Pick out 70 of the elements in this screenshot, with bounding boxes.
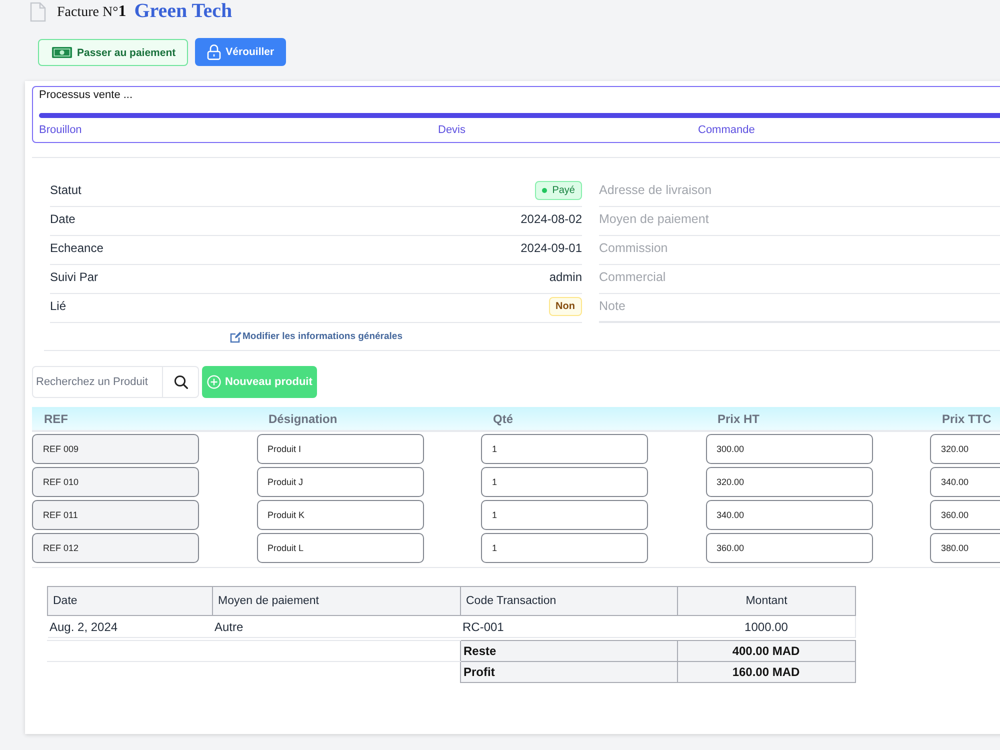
- info-label: Commercial: [599, 270, 666, 284]
- info-label: Suivi Par: [50, 270, 98, 284]
- cell-input[interactable]: 320.00: [930, 434, 1000, 464]
- cell-input[interactable]: REF 009: [32, 434, 199, 464]
- client-name: Green Tech: [134, 0, 232, 23]
- cell-input[interactable]: 1: [481, 533, 648, 563]
- plus-circle-icon: [207, 375, 221, 389]
- info-value: 2024-09-01: [520, 241, 582, 255]
- column-header: Moyen de paiement: [212, 586, 460, 616]
- info-label: Lié: [50, 299, 66, 313]
- banknote-icon: [52, 47, 72, 58]
- info-label: Statut: [50, 183, 82, 197]
- edit-link[interactable]: Modifier les informations générales: [230, 330, 402, 342]
- status-text: Payé: [552, 184, 575, 196]
- search-icon: [174, 375, 188, 389]
- document-icon: [30, 2, 46, 22]
- process-title: Processus vente ...: [39, 88, 133, 102]
- process-step[interactable]: Devis: [438, 123, 466, 137]
- cell-input[interactable]: Produit J: [256, 467, 424, 497]
- column-header: Qté: [493, 412, 514, 426]
- cell-input[interactable]: 340.00: [930, 467, 1000, 497]
- column-header: Montant: [678, 586, 856, 616]
- table-cell: 1000.00: [678, 616, 856, 638]
- info-label: Moyen de paiement: [599, 212, 709, 226]
- payment-button[interactable]: Passer au paiement: [38, 39, 188, 66]
- cell-input[interactable]: 340.00: [706, 500, 872, 530]
- cell-input[interactable]: REF 011: [32, 500, 199, 530]
- cell-input[interactable]: Produit K: [256, 500, 424, 530]
- cell-input[interactable]: 1: [481, 467, 648, 497]
- cell-input[interactable]: 300.00: [706, 434, 872, 464]
- info-label: Note: [599, 298, 626, 312]
- total-label: Reste: [460, 640, 677, 662]
- info-value: admin: [549, 270, 582, 284]
- info-label: Adresse de livraison: [599, 183, 712, 197]
- total-label: Profit: [460, 662, 677, 682]
- cell-input[interactable]: 380.00: [930, 533, 1000, 563]
- process-step[interactable]: Commande: [698, 123, 755, 137]
- column-header: Prix HT: [718, 412, 760, 426]
- lock-button[interactable]: Vérouiller: [194, 38, 286, 66]
- cell-input[interactable]: REF 012: [32, 533, 199, 563]
- search-button[interactable]: [163, 366, 199, 398]
- info-label: Date: [50, 212, 76, 226]
- info-label: Echeance: [50, 241, 104, 255]
- cell-input[interactable]: 1: [481, 434, 648, 464]
- cell-input[interactable]: Produit I: [256, 434, 424, 464]
- cell-input[interactable]: Produit L: [256, 533, 424, 563]
- total-value: 400.00 MAD: [677, 640, 855, 662]
- cell-input[interactable]: 360.00: [930, 500, 1000, 530]
- value-badge: Non: [548, 296, 582, 316]
- padlock-icon: [206, 44, 221, 60]
- table-cell: Aug. 2, 2024: [48, 616, 212, 638]
- cell-input[interactable]: 1: [481, 500, 648, 530]
- cell-input[interactable]: 360.00: [706, 533, 872, 563]
- column-header: REF: [44, 412, 68, 426]
- invoice-title: Facture N°1: [57, 2, 126, 20]
- column-header: Date: [48, 586, 212, 616]
- table-cell: Autre: [212, 616, 460, 638]
- info-label: Commission: [599, 241, 668, 255]
- column-header: Code Transaction: [460, 586, 678, 616]
- cell-input[interactable]: REF 010: [32, 467, 199, 497]
- total-value: 160.00 MAD: [677, 662, 855, 682]
- cell-input[interactable]: 320.00: [706, 467, 872, 497]
- info-value: 2024-08-02: [520, 212, 582, 226]
- edit-icon: [230, 330, 242, 342]
- search-field[interactable]: Recherchez un Produit: [32, 366, 163, 398]
- column-header: Désignation: [268, 412, 338, 426]
- process-step[interactable]: Brouillon: [39, 123, 82, 137]
- status-dot-icon: [542, 188, 548, 192]
- column-header: Prix TTC: [942, 412, 992, 426]
- table-cell: RC-001: [460, 616, 678, 638]
